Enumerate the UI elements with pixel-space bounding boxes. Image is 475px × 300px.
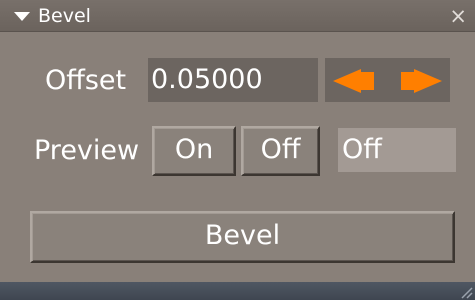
bevel-panel: Bevel × Offset 0.05000 Preview On Off Of… (0, 0, 475, 300)
title-bar[interactable]: Bevel × (0, 0, 475, 32)
arrow-left-icon (333, 69, 374, 93)
preview-label: Preview (34, 135, 140, 166)
preview-status-field: Off (338, 128, 456, 172)
collapse-caret-icon[interactable] (14, 12, 30, 21)
resize-grip-icon[interactable] (459, 285, 473, 299)
close-icon[interactable]: × (449, 4, 467, 28)
bevel-button[interactable]: Bevel (30, 211, 455, 263)
offset-stepper (325, 58, 450, 102)
decrement-button[interactable] (325, 58, 385, 102)
bottom-bar (0, 282, 475, 300)
offset-label: Offset (45, 65, 127, 96)
preview-on-button[interactable]: On (152, 126, 236, 176)
window-title: Bevel (38, 5, 91, 27)
preview-off-button[interactable]: Off (241, 126, 320, 176)
offset-value-field[interactable]: 0.05000 (148, 58, 318, 102)
arrow-right-icon (401, 69, 442, 93)
increment-button[interactable] (391, 58, 451, 102)
